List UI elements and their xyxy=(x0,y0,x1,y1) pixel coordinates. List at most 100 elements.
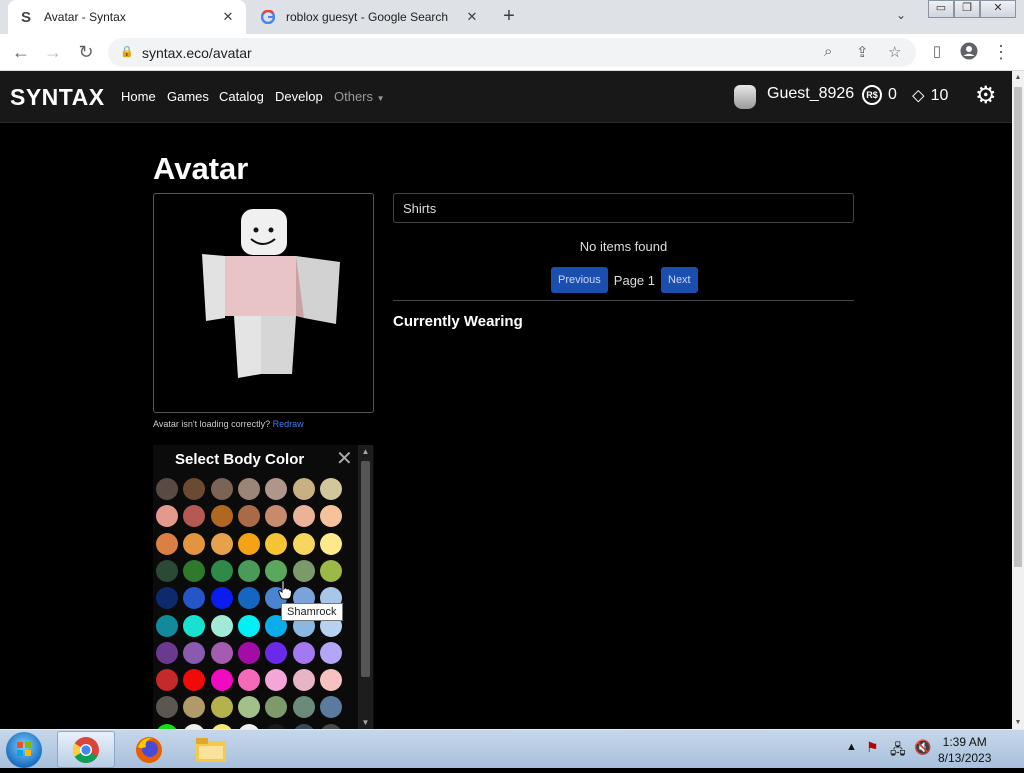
color-swatch[interactable] xyxy=(210,505,233,528)
share-icon[interactable]: ⇪ xyxy=(856,43,869,61)
close-tab-icon[interactable]: ✕ xyxy=(220,9,236,25)
color-swatch[interactable] xyxy=(265,478,288,500)
color-swatch[interactable] xyxy=(237,669,260,692)
page-scrollbar[interactable]: ▲ ▼ xyxy=(1012,71,1024,729)
color-swatch[interactable] xyxy=(319,669,342,692)
color-swatch[interactable] xyxy=(183,641,206,664)
color-swatch[interactable] xyxy=(237,559,260,582)
bookmark-star-icon[interactable]: ☆ xyxy=(888,43,901,61)
settings-gear-icon[interactable]: ⚙ xyxy=(975,81,997,110)
color-swatch[interactable] xyxy=(319,641,342,664)
side-panel-icon[interactable]: ▯ xyxy=(926,42,948,64)
color-swatch[interactable] xyxy=(183,559,206,582)
profile-icon[interactable] xyxy=(958,42,980,64)
color-swatch[interactable] xyxy=(156,587,178,610)
address-bar[interactable]: 🔒 syntax.eco/avatar ⌕ ⇪ ☆ xyxy=(108,38,916,67)
scroll-thumb[interactable] xyxy=(361,461,370,677)
action-center-flag-icon[interactable]: ⚑ xyxy=(866,739,879,756)
restore-button[interactable]: ❐ xyxy=(954,0,980,18)
previous-button[interactable]: Previous xyxy=(551,267,608,293)
next-button[interactable]: Next xyxy=(661,267,698,293)
color-swatch[interactable] xyxy=(292,669,315,692)
color-swatch[interactable] xyxy=(156,696,178,719)
nav-games[interactable]: Games xyxy=(167,89,209,104)
file-explorer-taskbar-icon[interactable] xyxy=(182,731,240,768)
color-swatch[interactable] xyxy=(265,696,288,719)
color-swatch[interactable] xyxy=(265,532,288,555)
robux-balance[interactable]: R$ 0 xyxy=(862,85,897,105)
tab-search-chevron-icon[interactable]: ⌄ xyxy=(896,8,906,22)
color-swatch[interactable] xyxy=(210,641,233,664)
user-avatar[interactable] xyxy=(734,85,756,109)
tickets-balance[interactable]: ⬦ 10 xyxy=(912,85,948,106)
nav-home[interactable]: Home xyxy=(121,89,156,104)
tab-avatar-syntax[interactable]: S Avatar - Syntax ✕ xyxy=(8,0,246,34)
color-swatch[interactable] xyxy=(210,587,233,610)
tab-google-search[interactable]: roblox guesyt - Google Search ✕ xyxy=(250,0,490,34)
scroll-up-icon[interactable]: ▲ xyxy=(1012,74,1024,81)
color-swatch[interactable] xyxy=(319,478,342,500)
color-swatch[interactable] xyxy=(265,559,288,582)
color-swatch[interactable] xyxy=(156,532,178,555)
close-tab-icon[interactable]: ✕ xyxy=(464,9,480,25)
forward-arrow-icon[interactable]: → xyxy=(42,42,64,64)
color-swatch[interactable] xyxy=(237,587,260,610)
color-swatch[interactable] xyxy=(156,559,178,582)
color-swatch[interactable] xyxy=(183,505,206,528)
color-swatch[interactable] xyxy=(292,532,315,555)
scroll-thumb[interactable] xyxy=(1014,87,1022,567)
color-swatch[interactable] xyxy=(183,478,206,500)
color-swatch[interactable] xyxy=(237,478,260,500)
color-swatch[interactable] xyxy=(156,505,178,528)
minimize-button[interactable]: ▭ xyxy=(928,0,954,18)
nav-catalog[interactable]: Catalog xyxy=(219,89,264,104)
color-swatch[interactable] xyxy=(237,532,260,555)
color-swatch[interactable] xyxy=(156,669,178,692)
color-swatch[interactable] xyxy=(319,559,342,582)
nav-others-dropdown[interactable]: Others ▼ xyxy=(334,89,385,104)
color-swatch[interactable] xyxy=(237,614,260,637)
back-arrow-icon[interactable]: ← xyxy=(10,42,32,64)
close-window-button[interactable]: ✕ xyxy=(980,0,1016,18)
color-swatch[interactable] xyxy=(237,641,260,664)
system-clock[interactable]: 1:39 AM 8/13/2023 xyxy=(938,734,991,766)
color-swatch[interactable] xyxy=(183,587,206,610)
category-search-input[interactable]: Shirts xyxy=(393,193,854,223)
color-panel-scrollbar[interactable]: ▲ ▼ xyxy=(358,445,373,729)
color-swatch[interactable] xyxy=(265,505,288,528)
color-swatch[interactable] xyxy=(210,532,233,555)
color-swatch[interactable] xyxy=(237,505,260,528)
username[interactable]: Guest_8926 xyxy=(767,85,854,103)
show-hidden-icons-arrow[interactable]: ▲ xyxy=(846,741,857,753)
color-swatch[interactable] xyxy=(183,696,206,719)
volume-muted-icon[interactable]: 🔇 xyxy=(914,739,931,756)
color-swatch[interactable] xyxy=(156,614,178,637)
color-swatch[interactable] xyxy=(210,669,233,692)
chrome-taskbar-icon[interactable] xyxy=(57,731,115,768)
color-swatch[interactable] xyxy=(183,532,206,555)
site-logo[interactable]: SYNTAX xyxy=(10,84,105,111)
color-swatch[interactable] xyxy=(319,532,342,555)
color-swatch[interactable] xyxy=(292,641,315,664)
color-swatch[interactable] xyxy=(292,696,315,719)
color-swatch[interactable] xyxy=(319,505,342,528)
color-swatch[interactable] xyxy=(210,696,233,719)
color-swatch[interactable] xyxy=(183,614,206,637)
windows-start-icon[interactable] xyxy=(6,732,42,768)
network-icon[interactable]: 🖧 xyxy=(890,739,906,763)
color-swatch[interactable] xyxy=(156,478,178,500)
color-swatch[interactable] xyxy=(210,614,233,637)
scroll-up-icon[interactable]: ▲ xyxy=(358,447,373,456)
color-swatch[interactable] xyxy=(265,669,288,692)
nav-develop[interactable]: Develop xyxy=(275,89,323,104)
color-swatch[interactable] xyxy=(292,505,315,528)
color-swatch[interactable] xyxy=(210,478,233,500)
scroll-down-icon[interactable]: ▼ xyxy=(358,718,373,727)
color-swatch[interactable] xyxy=(183,669,206,692)
scroll-down-icon[interactable]: ▼ xyxy=(1012,719,1024,726)
menu-kebab-icon[interactable]: ⋮ xyxy=(990,42,1012,64)
zoom-icon[interactable]: ⌕ xyxy=(824,43,832,60)
color-swatch[interactable] xyxy=(319,696,342,719)
color-swatch[interactable] xyxy=(156,641,178,664)
color-swatch[interactable] xyxy=(265,641,288,664)
